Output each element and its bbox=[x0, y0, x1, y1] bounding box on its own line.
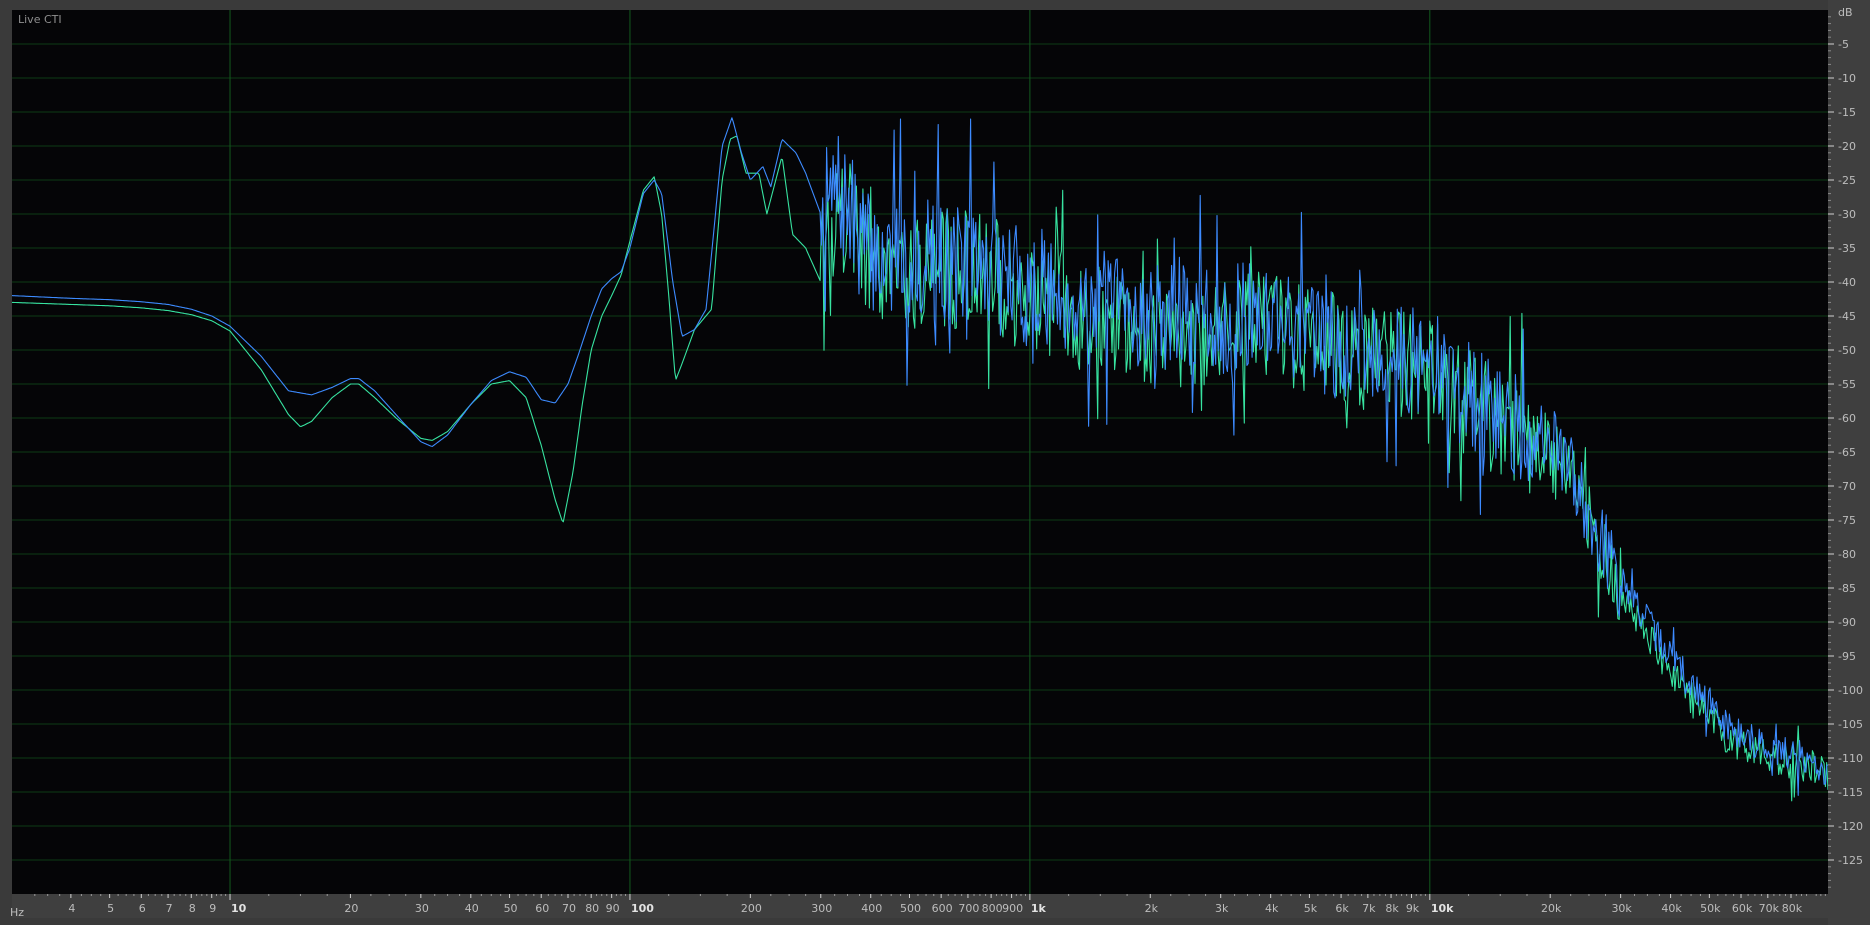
x-tick-label: 9k bbox=[1406, 902, 1420, 915]
x-tick-label: 30 bbox=[415, 902, 429, 915]
x-tick-label: 6 bbox=[139, 902, 146, 915]
y-tick-label: -60 bbox=[1838, 412, 1856, 425]
y-tick-label: -5 bbox=[1838, 38, 1849, 51]
x-tick-label: 40k bbox=[1661, 902, 1682, 915]
x-tick-label: 7k bbox=[1362, 902, 1376, 915]
y-tick-label: -95 bbox=[1838, 650, 1856, 663]
x-tick-label: 4 bbox=[68, 902, 75, 915]
x-tick-label: 80 bbox=[585, 902, 599, 915]
y-tick-label: -20 bbox=[1838, 140, 1856, 153]
spectrum-analyzer-window: 4 5 6 7 8 9 10 20 30 40 50 60 70 80 90 100 200 300 400 500 6… bbox=[0, 0, 1870, 925]
x-tick-label: 2k bbox=[1145, 902, 1159, 915]
y-tick-label: -75 bbox=[1838, 514, 1856, 527]
x-tick-label: 700 bbox=[958, 902, 979, 915]
x-tick-label: 20 bbox=[344, 902, 358, 915]
x-tick-label: 8k bbox=[1385, 902, 1399, 915]
y-axis-unit-label: dB bbox=[1838, 6, 1853, 19]
x-tick-label: 50 bbox=[504, 902, 518, 915]
y-tick-label: -25 bbox=[1838, 174, 1856, 187]
x-tick-label: 6k bbox=[1335, 902, 1349, 915]
y-tick-label: -85 bbox=[1838, 582, 1856, 595]
y-tick-label: -65 bbox=[1838, 446, 1856, 459]
y-tick-label: -50 bbox=[1838, 344, 1856, 357]
y-tick-label: -110 bbox=[1838, 752, 1863, 765]
y-tick-label: -40 bbox=[1838, 276, 1856, 289]
y-tick-label: -120 bbox=[1838, 820, 1863, 833]
x-tick-label: 20k bbox=[1541, 902, 1562, 915]
x-tick-label: 60k bbox=[1732, 902, 1753, 915]
y-tick-label: -125 bbox=[1838, 854, 1863, 867]
y-tick-label: -30 bbox=[1838, 208, 1856, 221]
spectrum-plot: 4 5 6 7 8 9 10 20 30 40 50 60 70 80 90 100 200 300 400 500 6… bbox=[0, 0, 1870, 925]
y-tick-label: -105 bbox=[1838, 718, 1863, 731]
y-tick-label: -45 bbox=[1838, 310, 1856, 323]
x-tick-label: 60 bbox=[535, 902, 549, 915]
y-tick-label: -55 bbox=[1838, 378, 1856, 391]
x-tick-label: 70k bbox=[1759, 902, 1780, 915]
y-tick-label: -115 bbox=[1838, 786, 1863, 799]
x-tick-label: 100 bbox=[631, 902, 654, 915]
x-tick-label: 1k bbox=[1031, 902, 1047, 915]
x-tick-label: 9 bbox=[209, 902, 216, 915]
x-tick-label: 200 bbox=[741, 902, 762, 915]
y-tick-label: -80 bbox=[1838, 548, 1856, 561]
x-tick-label: 800 bbox=[982, 902, 1003, 915]
x-tick-label: 500 bbox=[900, 902, 921, 915]
y-tick-label: -100 bbox=[1838, 684, 1863, 697]
x-tick-label: 30k bbox=[1611, 902, 1632, 915]
x-tick-label: 300 bbox=[811, 902, 832, 915]
y-tick-label: -35 bbox=[1838, 242, 1856, 255]
x-tick-label: 70 bbox=[562, 902, 576, 915]
x-tick-label: 90 bbox=[606, 902, 620, 915]
x-tick-label: 40 bbox=[465, 902, 479, 915]
x-tick-label: 10k bbox=[1431, 902, 1454, 915]
y-tick-label: -70 bbox=[1838, 480, 1856, 493]
y-tick-label: -15 bbox=[1838, 106, 1856, 119]
x-tick-label: 8 bbox=[189, 902, 196, 915]
x-tick-label: 3k bbox=[1215, 902, 1229, 915]
x-tick-label: 80k bbox=[1782, 902, 1803, 915]
x-tick-label: 4k bbox=[1265, 902, 1279, 915]
x-tick-label: 7 bbox=[166, 902, 173, 915]
x-tick-label: 5k bbox=[1304, 902, 1318, 915]
x-tick-label: 400 bbox=[861, 902, 882, 915]
x-tick-label: 5 bbox=[107, 902, 114, 915]
x-tick-label: 600 bbox=[932, 902, 953, 915]
panel-title: Live CTI bbox=[18, 13, 62, 26]
x-tick-label: 900 bbox=[1002, 902, 1023, 915]
x-tick-label: 50k bbox=[1700, 902, 1721, 915]
y-tick-label: -10 bbox=[1838, 72, 1856, 85]
x-tick-label: 10 bbox=[231, 902, 247, 915]
y-tick-label: -90 bbox=[1838, 616, 1856, 629]
x-axis-unit-label: Hz bbox=[10, 906, 24, 919]
